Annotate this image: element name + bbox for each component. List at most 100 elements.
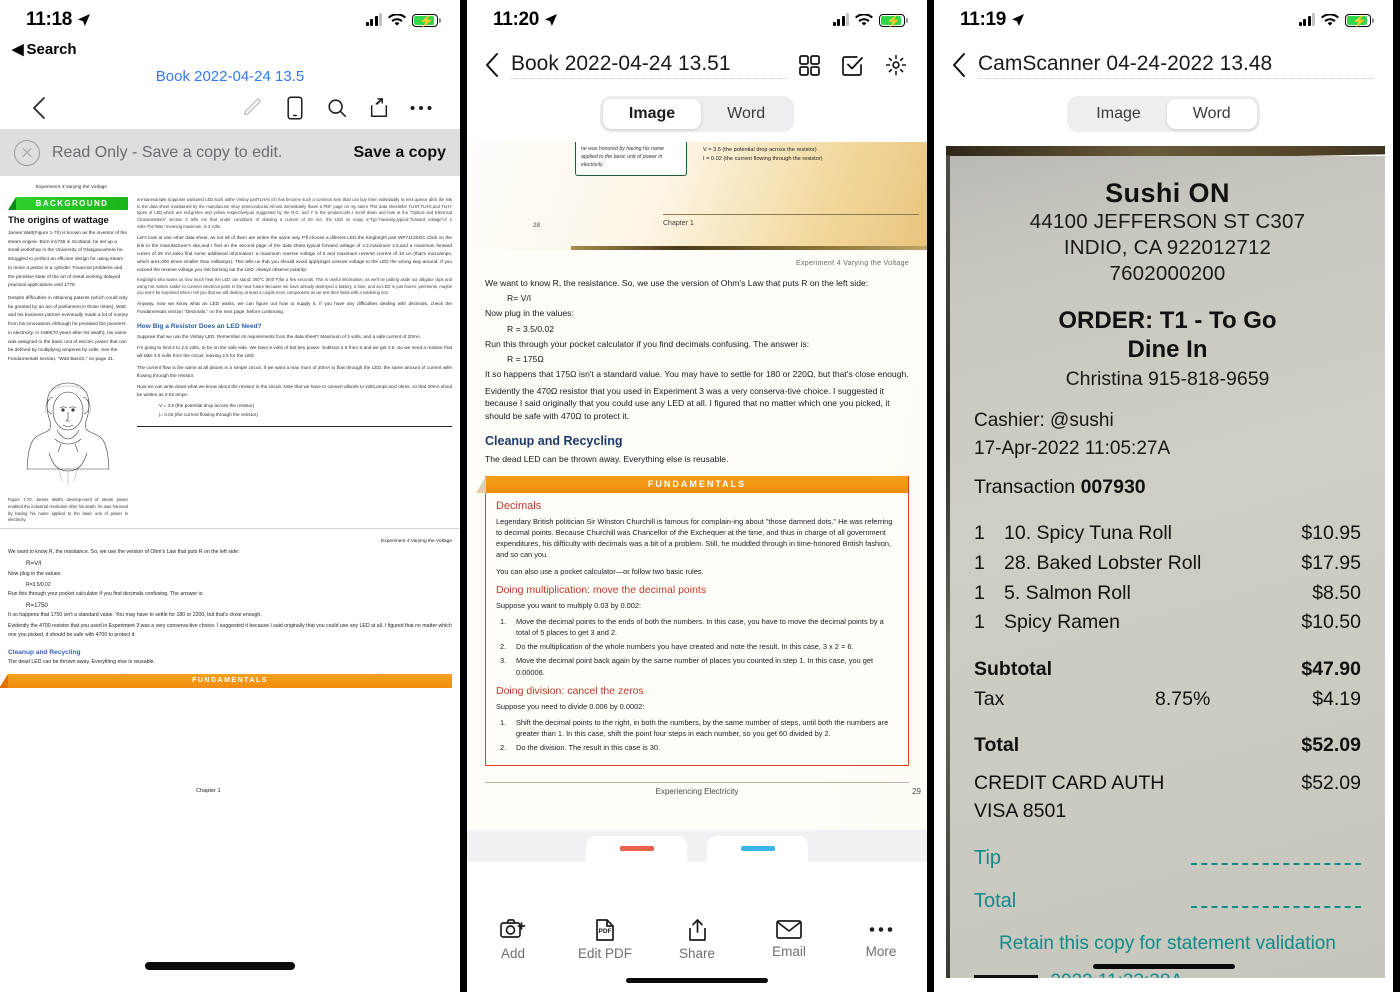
order-type-line-2: Dine In [1127,335,1208,363]
search-icon[interactable] [316,97,358,119]
item-qty: 1 [974,611,985,634]
fundamentals-sidebar: FUNDAMENTALS Decimals Legendary British … [476,475,909,767]
calculator-note: Run this through your pocket calculator … [8,590,204,597]
tab-add[interactable]: Add [467,912,559,961]
nav-actions [799,54,907,76]
document-page-1: Experiment 4:Varying the Voltage BACKGRO… [0,176,460,794]
panel-camscanner-book: 11:20 ⚡ Book 2022-04-24 13.51 Image Word… [467,0,927,992]
top-equations: V = 3.5 (the potential drop across the r… [703,146,903,163]
list-item: 1. Shift the decimal points to the right,… [500,717,889,739]
home-indicator [145,962,295,970]
close-circle-icon[interactable] [14,139,40,166]
camera-add-icon [500,918,526,938]
document-title[interactable]: CamScanner 04-24-2022 13.48 [978,52,1373,79]
chevron-left-icon: ◀ [12,41,24,58]
heading-cleanup: Cleanup and Recycling [485,434,623,449]
back-button[interactable] [18,96,60,120]
total-label: Total [974,734,1020,757]
toolbar [0,87,460,129]
document-preview[interactable]: Experiment 4:Varying the Voltage BACKGRO… [0,176,460,976]
list-item: 2. Do the division. The result in this ca… [500,743,661,753]
final-total-label: Total [974,890,1017,913]
item-amount: $10.95 [1301,522,1361,545]
share-icon[interactable] [358,97,400,119]
tab-label: Email [772,944,806,959]
running-head: Experiment 4:Varying the Voltage [36,184,108,189]
james-watt-portrait-figure [26,382,110,485]
line-items: 1 10. Spicy Tuna Roll $10.95 1 28. Baked… [974,519,1361,638]
item-qty: 1 [974,581,985,604]
back-button[interactable] [485,52,499,78]
tab-edit-pdf[interactable]: PDF Edit PDF [559,912,651,961]
ohms-law-intro: We want to know R, the resistance. So, w… [8,549,240,556]
banner-message: Read Only - Save a copy to edit. [52,143,283,161]
scanned-page-viewer[interactable]: he was honored by having his name applie… [467,142,927,862]
gear-icon[interactable] [885,54,907,76]
fundamentals-banner: FUNDAMENTALS [476,475,908,493]
panel-files-quicklook: 11:18 ⚡ ◀ Search Book 2022-04-24 13.5 Re… [0,0,460,992]
back-to-search-button[interactable]: ◀ Search [0,40,460,62]
cellular-signal-icon [832,13,849,26]
battery-charging-icon: ⚡ [879,13,908,28]
step-text: Shift the decimal points to the right, i… [516,717,889,739]
panel-camscanner-receipt: 11:19 ⚡ CamScanner 04-24-2022 13.48 Imag… [934,0,1393,992]
heading-cleanup: Cleanup and Recycling [8,648,81,656]
grid-view-icon[interactable] [799,54,820,76]
tab-label: Share [678,945,716,961]
equation-current: I = 0.02 (the current flowing through th… [703,155,823,162]
status-indicators: ⚡ [1298,13,1374,28]
tab-word[interactable]: Word [1166,99,1257,129]
total-row: Total $52.09 [974,730,1361,760]
location-arrow-icon [544,13,558,27]
table-row: 1 28. Baked Lobster Roll $17.95 [974,549,1361,579]
status-bar: 11:18 ⚡ [0,0,460,40]
page-number-left: 28 [533,222,540,229]
standard-value-note: It so happens that 175Ω isn't a standard… [485,369,909,380]
ellipsis-icon[interactable] [400,104,442,112]
multiplication-intro: Suppose you want to multiply 0.03 by 0.0… [496,600,642,610]
next-page-thumbnails[interactable] [467,830,927,862]
conservative-choice-note: Evidently the 4700 resistor that you use… [8,623,452,639]
table-row: 1 10. Spicy Tuna Roll $10.95 [974,519,1361,549]
left-column: BACKGROUND The origins of wattage James … [8,197,128,524]
right-para-2: Let's look at one other data sheet, as n… [137,234,452,272]
right-column: ere'sanexample.SupposeI wantared LED,suc… [137,197,452,524]
receipt-scan-viewer[interactable]: Sushi ON 44100 JEFFERSON ST C307 INDIO, … [934,142,1393,978]
save-a-copy-button[interactable]: Save a copy [354,144,447,162]
item-amount: $10.50 [1301,611,1361,634]
pencil-markup-icon[interactable] [232,97,274,119]
item-amount: $8.50 [1312,581,1361,604]
document-title[interactable]: Book 2022-04-24 13.51 [511,52,787,79]
page-title: Book 2022-04-24 13.5 [155,68,305,85]
multiplication-steps: 1. Move the decimal points to the ends of… [496,616,898,678]
nav-bar: CamScanner 04-24-2022 13.48 [934,40,1393,90]
checkbox-select-icon[interactable] [842,55,863,76]
sidebar-note-text: he was honored by having his name applie… [581,146,665,169]
table-row: 1 5. Salmon Roll $8.50 [974,579,1361,609]
document-page-2: Experiment 4:Varying the Voltage We want… [0,533,460,697]
bottom-datetime: -2022 11:33:38A [1044,971,1183,978]
standard-value-note: It so happens that 1750 isn't a standard… [8,612,262,619]
phone-device-icon[interactable] [274,96,316,120]
store-phone: 7602000200 [1109,262,1226,286]
wifi-icon [855,13,873,27]
back-button[interactable] [952,52,966,78]
equation-voltage: V = 3.5 (the potential drop across the r… [703,147,817,153]
tab-email[interactable]: Email [743,913,835,959]
tab-image[interactable]: Image [602,99,702,129]
three-panel-screenshot: 11:18 ⚡ ◀ Search Book 2022-04-24 13.5 Re… [0,0,1400,992]
store-address-line-1: 44100 JEFFERSON ST C307 [1029,210,1306,233]
tab-share[interactable]: Share [651,912,743,961]
tab-image[interactable]: Image [1070,99,1166,129]
status-bar: 11:19 ⚡ [934,0,1393,40]
tab-more[interactable]: More [835,913,927,959]
location-arrow-icon [1011,13,1025,27]
thumbnail-card [707,836,808,862]
total-write-in-line [1191,906,1361,909]
fundamentals-banner: FUNDAMENTALS [0,673,452,688]
view-mode-segmented-control: Image Word [934,90,1393,142]
card-number: VISA 8501 [974,799,1067,822]
equation-r-equals-v-over-i: R=V/I [26,560,42,568]
tab-word[interactable]: Word [701,99,791,129]
transaction-number: 007930 [1080,476,1146,499]
